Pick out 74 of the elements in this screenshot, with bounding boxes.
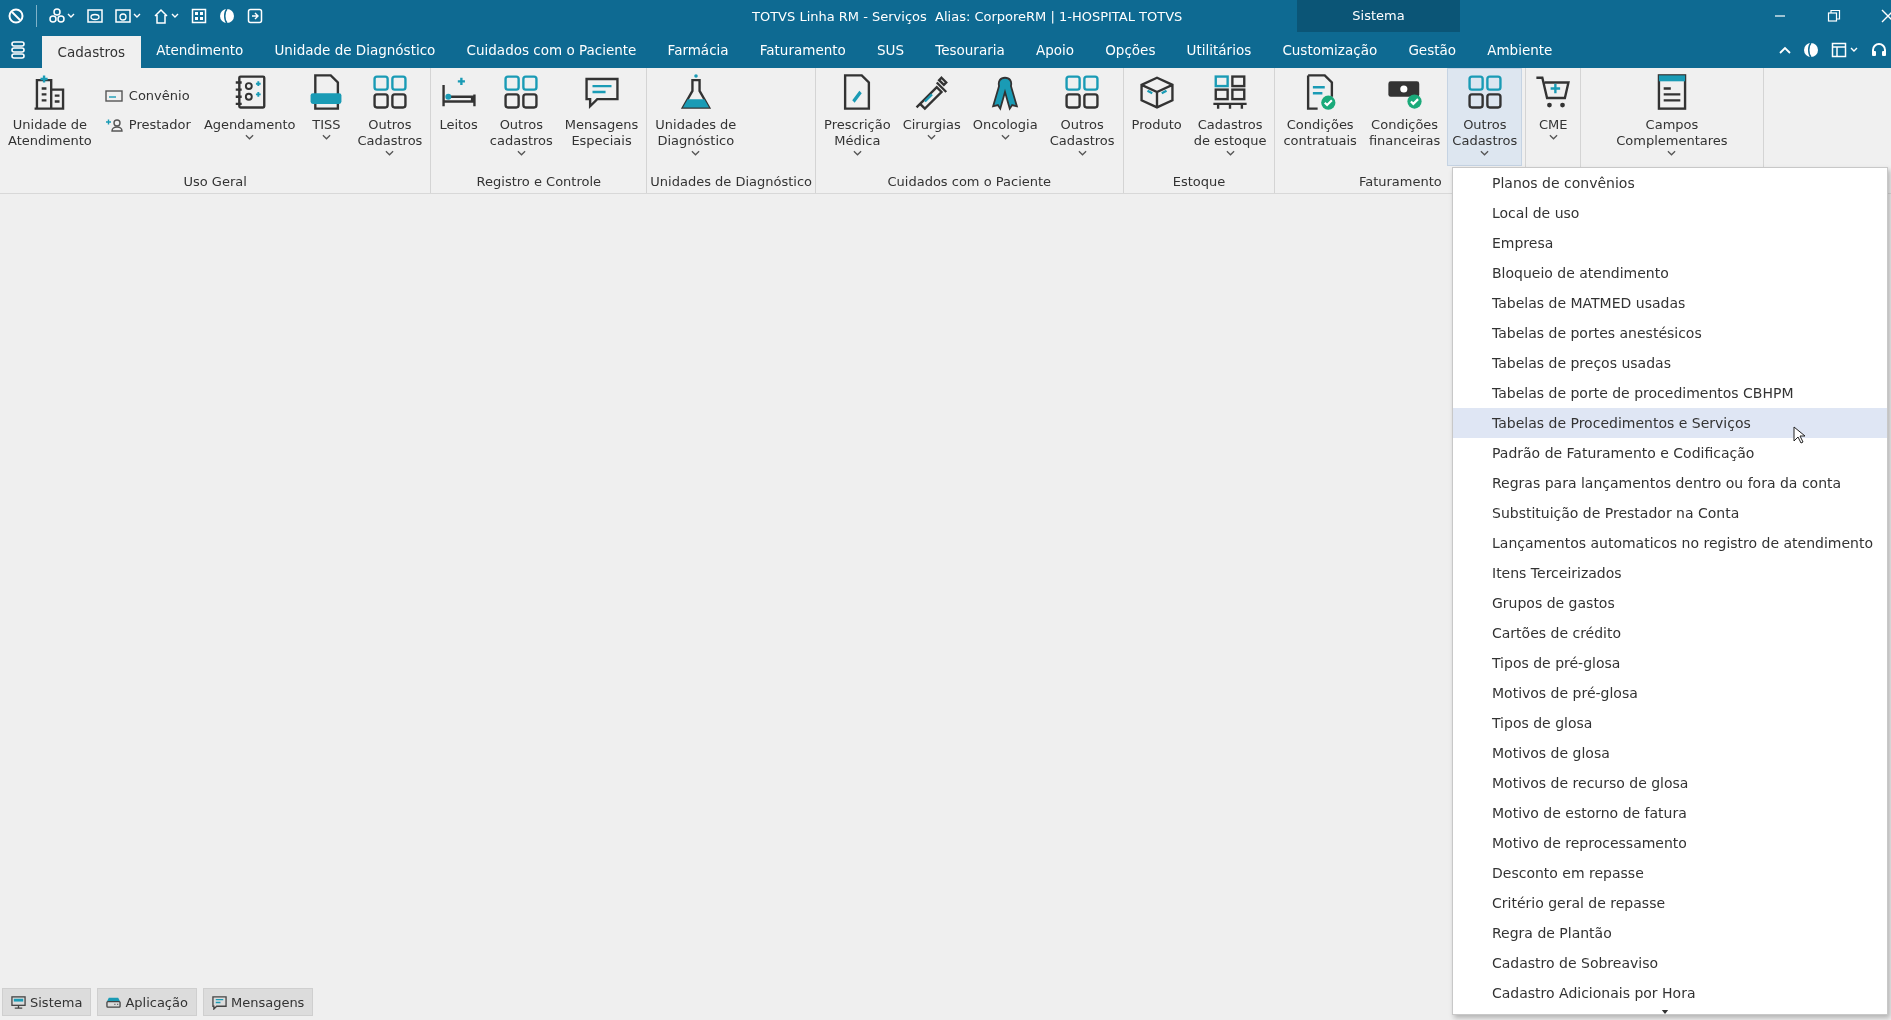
group-label: Estoque bbox=[1172, 173, 1226, 189]
ribbon-button[interactable]: Outros Cadastros bbox=[1447, 68, 1523, 166]
ribbon-button[interactable]: Campos Complementares bbox=[1611, 68, 1733, 166]
ribbon-button[interactable]: Oncologia bbox=[967, 68, 1043, 166]
ribbon-button[interactable]: Mensagens Especiais bbox=[559, 68, 644, 166]
group-label: Unidades de Diagnóstico bbox=[650, 173, 813, 189]
ribbon-button[interactable]: Condições contratuais bbox=[1278, 68, 1362, 166]
menu-item[interactable]: Motivos de pré-glosa bbox=[1453, 678, 1887, 708]
ribbon-button[interactable]: Condições financeiras bbox=[1363, 68, 1446, 166]
ribbon-tab[interactable]: Ambiente bbox=[1471, 32, 1568, 68]
ribbon-button[interactable]: Outros cadastros bbox=[484, 68, 558, 166]
menu-item[interactable]: Regras para lançamentos dentro ou fora da conta bbox=[1453, 468, 1887, 498]
menu-item[interactable]: Tabelas de porte de procedimentos CBHPM bbox=[1453, 378, 1887, 408]
bottom-tab[interactable]: Sistema bbox=[2, 988, 92, 1016]
context-tab-header: Sistema bbox=[1352, 8, 1405, 24]
menu-item[interactable]: Motivo de reprocessamento bbox=[1453, 828, 1887, 858]
ribbon-button[interactable]: Produto bbox=[1126, 68, 1187, 166]
ribbon-tab[interactable]: Cuidados com o Paciente bbox=[450, 32, 652, 68]
ribbon-tab[interactable]: Cadastros bbox=[42, 36, 141, 68]
ribbon-button[interactable]: Outros Cadastros bbox=[1044, 68, 1120, 166]
menu-item[interactable]: Tabelas de MATMED usadas bbox=[1453, 288, 1887, 318]
menu-item[interactable]: Bloqueio de atendimento bbox=[1453, 258, 1887, 288]
ribbon-tab[interactable]: Farmácia bbox=[652, 32, 745, 68]
menu-item[interactable]: Lançamentos automaticos no registro de atendimento bbox=[1453, 528, 1887, 558]
menu-item[interactable]: Motivo de estorno de fatura bbox=[1453, 798, 1887, 828]
ribbon-tab[interactable]: Tesouraria bbox=[919, 32, 1021, 68]
menu-item[interactable]: Padrão de Faturamento e Codificação bbox=[1453, 438, 1887, 468]
group-label: Cuidados com o Paciente bbox=[887, 173, 1052, 189]
ribbon-tab[interactable]: Gestão bbox=[1392, 32, 1472, 68]
group-label: Faturamento bbox=[1358, 173, 1442, 189]
group-label: Registro e Controle bbox=[476, 173, 602, 189]
ribbon-button[interactable]: Leitos bbox=[434, 68, 483, 166]
ribbon-tab[interactable]: SUS bbox=[861, 32, 920, 68]
ribbon-button[interactable]: Outros Cadastros bbox=[352, 68, 428, 166]
menu-item[interactable]: Local de uso bbox=[1453, 198, 1887, 228]
ribbon-button[interactable]: Prestador bbox=[98, 117, 197, 132]
ribbon-tab[interactable]: Atendimento bbox=[140, 32, 259, 68]
menu-item[interactable]: Critério geral de repasse bbox=[1453, 888, 1887, 918]
menu-item[interactable]: Cadastro Adicionais por Hora bbox=[1453, 978, 1887, 1008]
menu-item[interactable]: Tabelas de Procedimentos e Serviços bbox=[1453, 408, 1887, 438]
bottom-tab[interactable]: Mensagens bbox=[202, 988, 314, 1016]
ribbon-button[interactable]: Agendamento bbox=[198, 68, 301, 166]
ribbon-button[interactable]: Prescrição Médica bbox=[819, 68, 896, 166]
menu-item[interactable]: Tipos de pré-glosa bbox=[1453, 648, 1887, 678]
ribbon-button[interactable]: Cadastros de estoque bbox=[1188, 68, 1272, 166]
menu-item[interactable]: Tipos de glosa bbox=[1453, 708, 1887, 738]
ribbon-button[interactable]: CME bbox=[1529, 68, 1578, 166]
menu-item[interactable]: Motivos de glosa bbox=[1453, 738, 1887, 768]
menu-item[interactable]: Substituição de Prestador na Conta bbox=[1453, 498, 1887, 528]
menu-item[interactable]: Motivos de recurso de glosa bbox=[1453, 768, 1887, 798]
menu-item[interactable]: Empresa bbox=[1453, 228, 1887, 258]
ribbon-tab[interactable]: Apoio bbox=[1020, 32, 1090, 68]
ribbon-tab[interactable]: Opções bbox=[1089, 32, 1171, 68]
ribbon-button[interactable]: Convênio bbox=[98, 88, 197, 103]
bottom-tab[interactable]: Aplicação bbox=[97, 988, 197, 1016]
group-label: Uso Geral bbox=[183, 173, 247, 189]
ribbon-button[interactable]: TISS bbox=[302, 68, 351, 166]
ribbon-tab[interactable]: Faturamento bbox=[744, 32, 862, 68]
menu-item[interactable]: Desconto em repasse bbox=[1453, 858, 1887, 888]
ribbon-tab[interactable]: Unidade de Diagnóstico bbox=[258, 32, 451, 68]
ribbon-tab[interactable]: Customização bbox=[1266, 32, 1393, 68]
menu-item[interactable]: Tabelas de portes anestésicos bbox=[1453, 318, 1887, 348]
ribbon-button[interactable]: Cirurgias bbox=[897, 68, 966, 166]
menu-item[interactable]: Tabelas de preços usadas bbox=[1453, 348, 1887, 378]
menu-item[interactable]: Planos de convênios bbox=[1453, 168, 1887, 198]
ribbon-button[interactable]: Unidades de Diagnóstico bbox=[650, 68, 742, 166]
menu-item[interactable]: Cadastro de Sobreaviso bbox=[1453, 948, 1887, 978]
menu-item[interactable]: Grupos de gastos bbox=[1453, 588, 1887, 618]
menu-item[interactable]: Cartões de crédito bbox=[1453, 618, 1887, 648]
menu-item[interactable]: Itens Terceirizados bbox=[1453, 558, 1887, 588]
ribbon-button[interactable]: Unidade de Atendimento bbox=[3, 68, 97, 166]
window-title: TOTVS Linha RM - Serviços Alias: CorporeRM | 1-HOSPITAL TOTVS bbox=[752, 8, 1183, 24]
ribbon-tab[interactable]: Utilitários bbox=[1171, 32, 1267, 68]
menu-item[interactable]: Regra de Plantão bbox=[1453, 918, 1887, 948]
